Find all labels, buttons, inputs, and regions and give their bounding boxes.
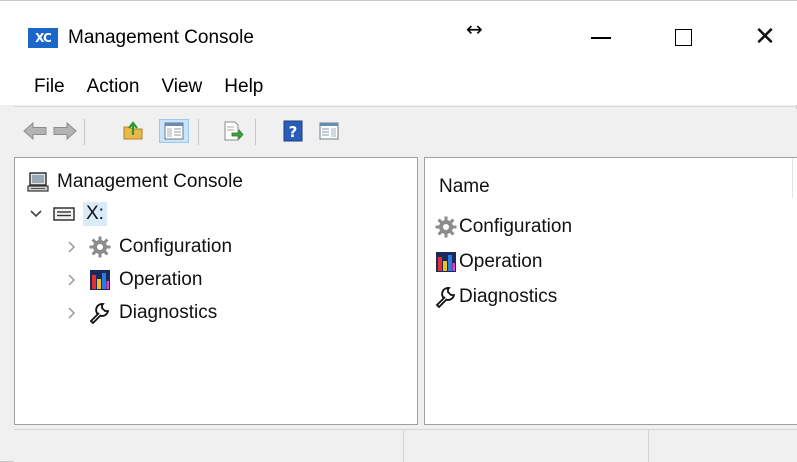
close-icon: ✕ [754, 22, 776, 52]
resize-cursor-icon: ↔ [466, 17, 483, 41]
list-item-label: Configuration [459, 216, 573, 237]
tree-item-operation[interactable]: Operation [65, 265, 202, 295]
tree-item-label: Configuration [119, 236, 233, 257]
show-hide-tree-button[interactable] [159, 119, 189, 143]
app-logo-icon: XC [28, 28, 58, 48]
chevron-right-icon[interactable] [65, 240, 79, 254]
computer-icon [27, 171, 49, 193]
content-area: Management Console X: Configuration Oper… [14, 153, 797, 429]
menu-help[interactable]: Help [213, 76, 274, 98]
wrench-icon [435, 286, 457, 308]
toolbar-separator [255, 119, 256, 145]
status-cell [404, 430, 649, 462]
bar-chart-icon [89, 269, 111, 291]
back-button[interactable] [22, 119, 48, 143]
wrench-icon [89, 302, 111, 324]
name-column-label: Name [439, 176, 490, 197]
maximize-button[interactable] [660, 19, 706, 55]
back-arrow-icon [23, 122, 47, 140]
maximize-icon [674, 28, 692, 46]
tree-node-x-label: X: [83, 202, 107, 226]
toolbar-separator [84, 119, 85, 145]
tree-item-configuration[interactable]: Configuration [65, 232, 232, 262]
list-item-label: Diagnostics [459, 286, 558, 307]
name-column-header[interactable]: Name [425, 158, 793, 198]
menu-bar: File Action View Help [0, 69, 797, 105]
tree-item-label: Diagnostics [119, 302, 218, 323]
help-icon: ? [283, 120, 303, 142]
show-hide-action-pane-icon [319, 122, 339, 140]
help-button[interactable]: ? [280, 119, 306, 143]
list-item-label: Operation [459, 251, 543, 272]
tree-item-diagnostics[interactable]: Diagnostics [65, 298, 217, 328]
chevron-right-icon[interactable] [65, 273, 79, 287]
chevron-down-icon[interactable] [29, 207, 43, 221]
list-pane[interactable]: Name Configuration Operation Diagnostics [424, 157, 797, 425]
app-window: XC Management Console ↔ ✕ File Action Vi… [0, 0, 797, 462]
tree-root-label: Management Console [57, 171, 243, 192]
tree-root[interactable]: Management Console [27, 167, 243, 197]
up-one-level-button[interactable] [120, 119, 146, 143]
bar-chart-icon [435, 251, 457, 273]
export-list-button[interactable] [220, 119, 246, 143]
list-item-diagnostics[interactable]: Diagnostics [435, 282, 557, 312]
menu-action[interactable]: Action [76, 76, 151, 98]
tree-pane[interactable]: Management Console X: Configuration Oper… [14, 157, 418, 425]
menu-divider [14, 106, 797, 107]
forward-arrow-icon [53, 122, 77, 140]
show-hide-action-pane-button[interactable] [316, 119, 342, 143]
toolbar: ? [14, 109, 797, 153]
window-title: Management Console [68, 27, 254, 48]
minimize-button[interactable] [578, 19, 624, 55]
menu-file[interactable]: File [24, 76, 76, 98]
menu-view[interactable]: View [150, 76, 213, 98]
forward-button[interactable] [52, 119, 78, 143]
chevron-right-icon[interactable] [65, 306, 79, 320]
list-item-operation[interactable]: Operation [435, 247, 542, 277]
show-hide-tree-icon [164, 122, 184, 140]
status-cell [14, 430, 404, 462]
svg-text:?: ? [289, 123, 298, 141]
close-button[interactable]: ✕ [742, 19, 788, 55]
list-item-configuration[interactable]: Configuration [435, 212, 572, 242]
tree-node-x[interactable]: X: [29, 199, 107, 229]
up-folder-icon [123, 121, 143, 140]
title-bar[interactable]: XC Management Console ↔ ✕ [0, 1, 797, 71]
export-list-icon [224, 121, 244, 141]
status-bar [14, 429, 797, 462]
gear-icon [435, 216, 457, 238]
minimize-icon [591, 37, 611, 39]
tree-item-label: Operation [119, 269, 203, 290]
toolbar-separator [198, 119, 199, 145]
gear-icon [89, 236, 111, 258]
drive-icon [53, 203, 75, 225]
